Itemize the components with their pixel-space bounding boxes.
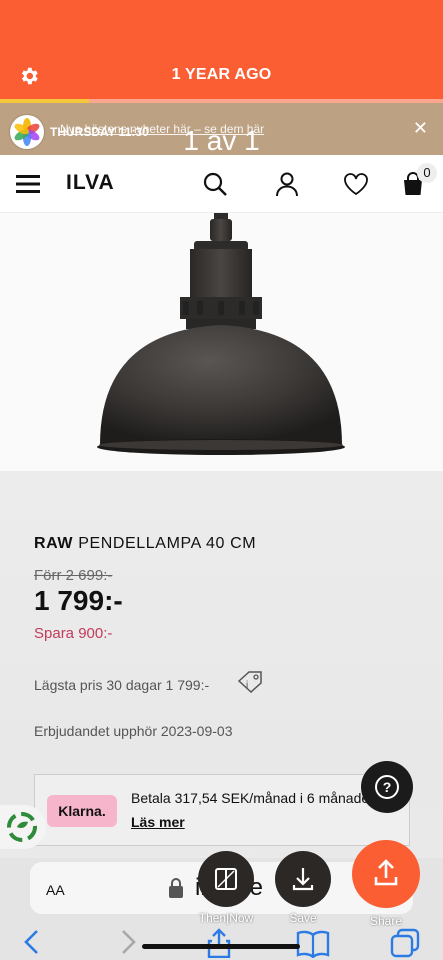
- question-icon: ?: [375, 775, 399, 799]
- svg-text:i: i: [246, 680, 248, 691]
- site-header: ILVA 0: [0, 155, 443, 213]
- product-image[interactable]: [0, 213, 443, 471]
- save-label: Save: [289, 911, 317, 925]
- old-price: Förr 2 699:-: [34, 567, 113, 584]
- ilva-logo[interactable]: ILVA: [66, 171, 115, 195]
- klarna-read-more-link[interactable]: Läs mer: [131, 814, 185, 830]
- help-label: ?: [383, 779, 392, 795]
- wishlist-heart-icon[interactable]: [343, 171, 369, 197]
- then-now-label: Then|Now: [198, 911, 254, 925]
- share-label: Share: [369, 914, 403, 928]
- offer-end-text: Erbjudandet upphör 2023-09-03: [34, 723, 233, 739]
- lowest-price-text: Lägsta pris 30 dagar 1 799:-: [34, 677, 210, 693]
- recycle-leaf-icon: [7, 812, 37, 842]
- cart-count-badge: 0: [417, 163, 437, 183]
- share-upload-icon: [374, 859, 398, 886]
- product-name: PENDELLAMPA 40 CM: [78, 535, 257, 552]
- tabs-icon[interactable]: [390, 928, 422, 960]
- download-icon: [292, 868, 314, 891]
- then-now-icon: [215, 868, 237, 890]
- home-indicator[interactable]: [142, 944, 300, 949]
- eco-widget-button[interactable]: [0, 805, 46, 849]
- back-chevron-icon[interactable]: [22, 928, 42, 956]
- search-icon[interactable]: [202, 171, 228, 197]
- product-brand: RAW: [34, 535, 74, 552]
- menu-icon[interactable]: [16, 175, 40, 193]
- save-button[interactable]: [275, 851, 331, 907]
- pendant-lamp-image: [97, 213, 345, 455]
- klarna-box: Klarna. Betala 317,54 SEK/månad i 6 måna…: [34, 774, 410, 846]
- share-sheet-icon[interactable]: [204, 928, 234, 958]
- share-button[interactable]: [352, 840, 420, 908]
- help-button[interactable]: ?: [361, 761, 413, 813]
- aa-label: AA: [46, 882, 65, 898]
- memories-title: 1 YEAR AGO: [171, 66, 272, 83]
- product-title: RAW PENDELLAMPA 40 CM: [34, 535, 256, 553]
- memories-top-bar: 1 YEAR AGO: [0, 0, 443, 103]
- reader-aa-button[interactable]: AA: [46, 878, 65, 901]
- current-price: 1 799:-: [34, 585, 123, 616]
- savings-text: Spara 900:-: [34, 625, 113, 642]
- gallery-counter: 1 av 1: [183, 125, 260, 156]
- lock-icon: [169, 878, 183, 898]
- promo-banner[interactable]: Nya höstens nyheter här – se dem här ✕ T…: [0, 103, 443, 156]
- account-icon[interactable]: [274, 171, 300, 197]
- then-now-button[interactable]: [198, 851, 254, 907]
- bookmarks-book-icon[interactable]: [296, 928, 330, 958]
- klarna-logo: Klarna.: [47, 795, 117, 827]
- price-tag-info-icon[interactable]: i: [236, 669, 264, 695]
- forward-chevron-icon[interactable]: [118, 928, 138, 956]
